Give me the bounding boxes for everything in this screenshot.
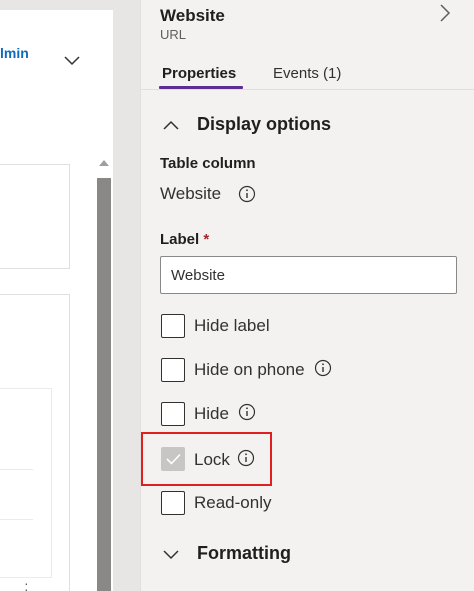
highlight-box [141,432,272,486]
tab-properties[interactable]: Properties [162,65,236,82]
hide-checkbox[interactable] [161,402,185,426]
more-icon[interactable]: ··· [24,576,29,591]
label-text: Label [160,231,200,248]
divider [0,519,33,520]
info-icon[interactable] [238,185,256,203]
section-title: Display options [197,114,332,134]
divider [0,469,33,470]
hide-on-phone-checkbox[interactable] [161,358,185,382]
hide-text: Hide [194,404,229,423]
info-icon[interactable] [314,359,332,377]
form-canvas: lmin ··· [0,0,140,591]
table-column-value: Website [160,184,222,203]
info-icon[interactable] [238,403,256,421]
divider [141,89,474,90]
chevron-down-icon[interactable] [64,56,80,66]
tab-events[interactable]: Events (1) [273,65,341,82]
panel-subtitle: URL [160,27,187,42]
chevron-right-icon[interactable] [439,4,451,22]
form-section[interactable] [0,164,70,269]
read-only-text: Read-only [194,493,272,512]
section-title: Formatting [197,543,291,563]
read-only-checkbox[interactable] [161,491,185,515]
canvas-link[interactable]: lmin [0,45,29,61]
properties-panel: Website URL Properties Events (1) Displa… [140,0,474,591]
formatting-header[interactable]: Formatting [159,543,439,567]
form-field[interactable] [0,388,52,578]
hide-label-checkbox[interactable] [161,314,185,338]
scrollbar-thumb[interactable] [97,178,111,591]
required-marker: * [203,231,210,248]
chevron-down-icon [163,550,179,560]
table-column-label: Table column [160,155,256,172]
panel-title: Website [160,6,225,25]
label-input[interactable] [160,256,457,294]
label-field-label: Label * [160,231,209,248]
scroll-up-icon[interactable] [96,156,112,168]
chevron-up-icon [163,120,179,130]
display-options-header[interactable]: Display options [159,114,439,138]
hide-label-text: Hide label [194,316,270,335]
hide-on-phone-text: Hide on phone [194,360,305,379]
